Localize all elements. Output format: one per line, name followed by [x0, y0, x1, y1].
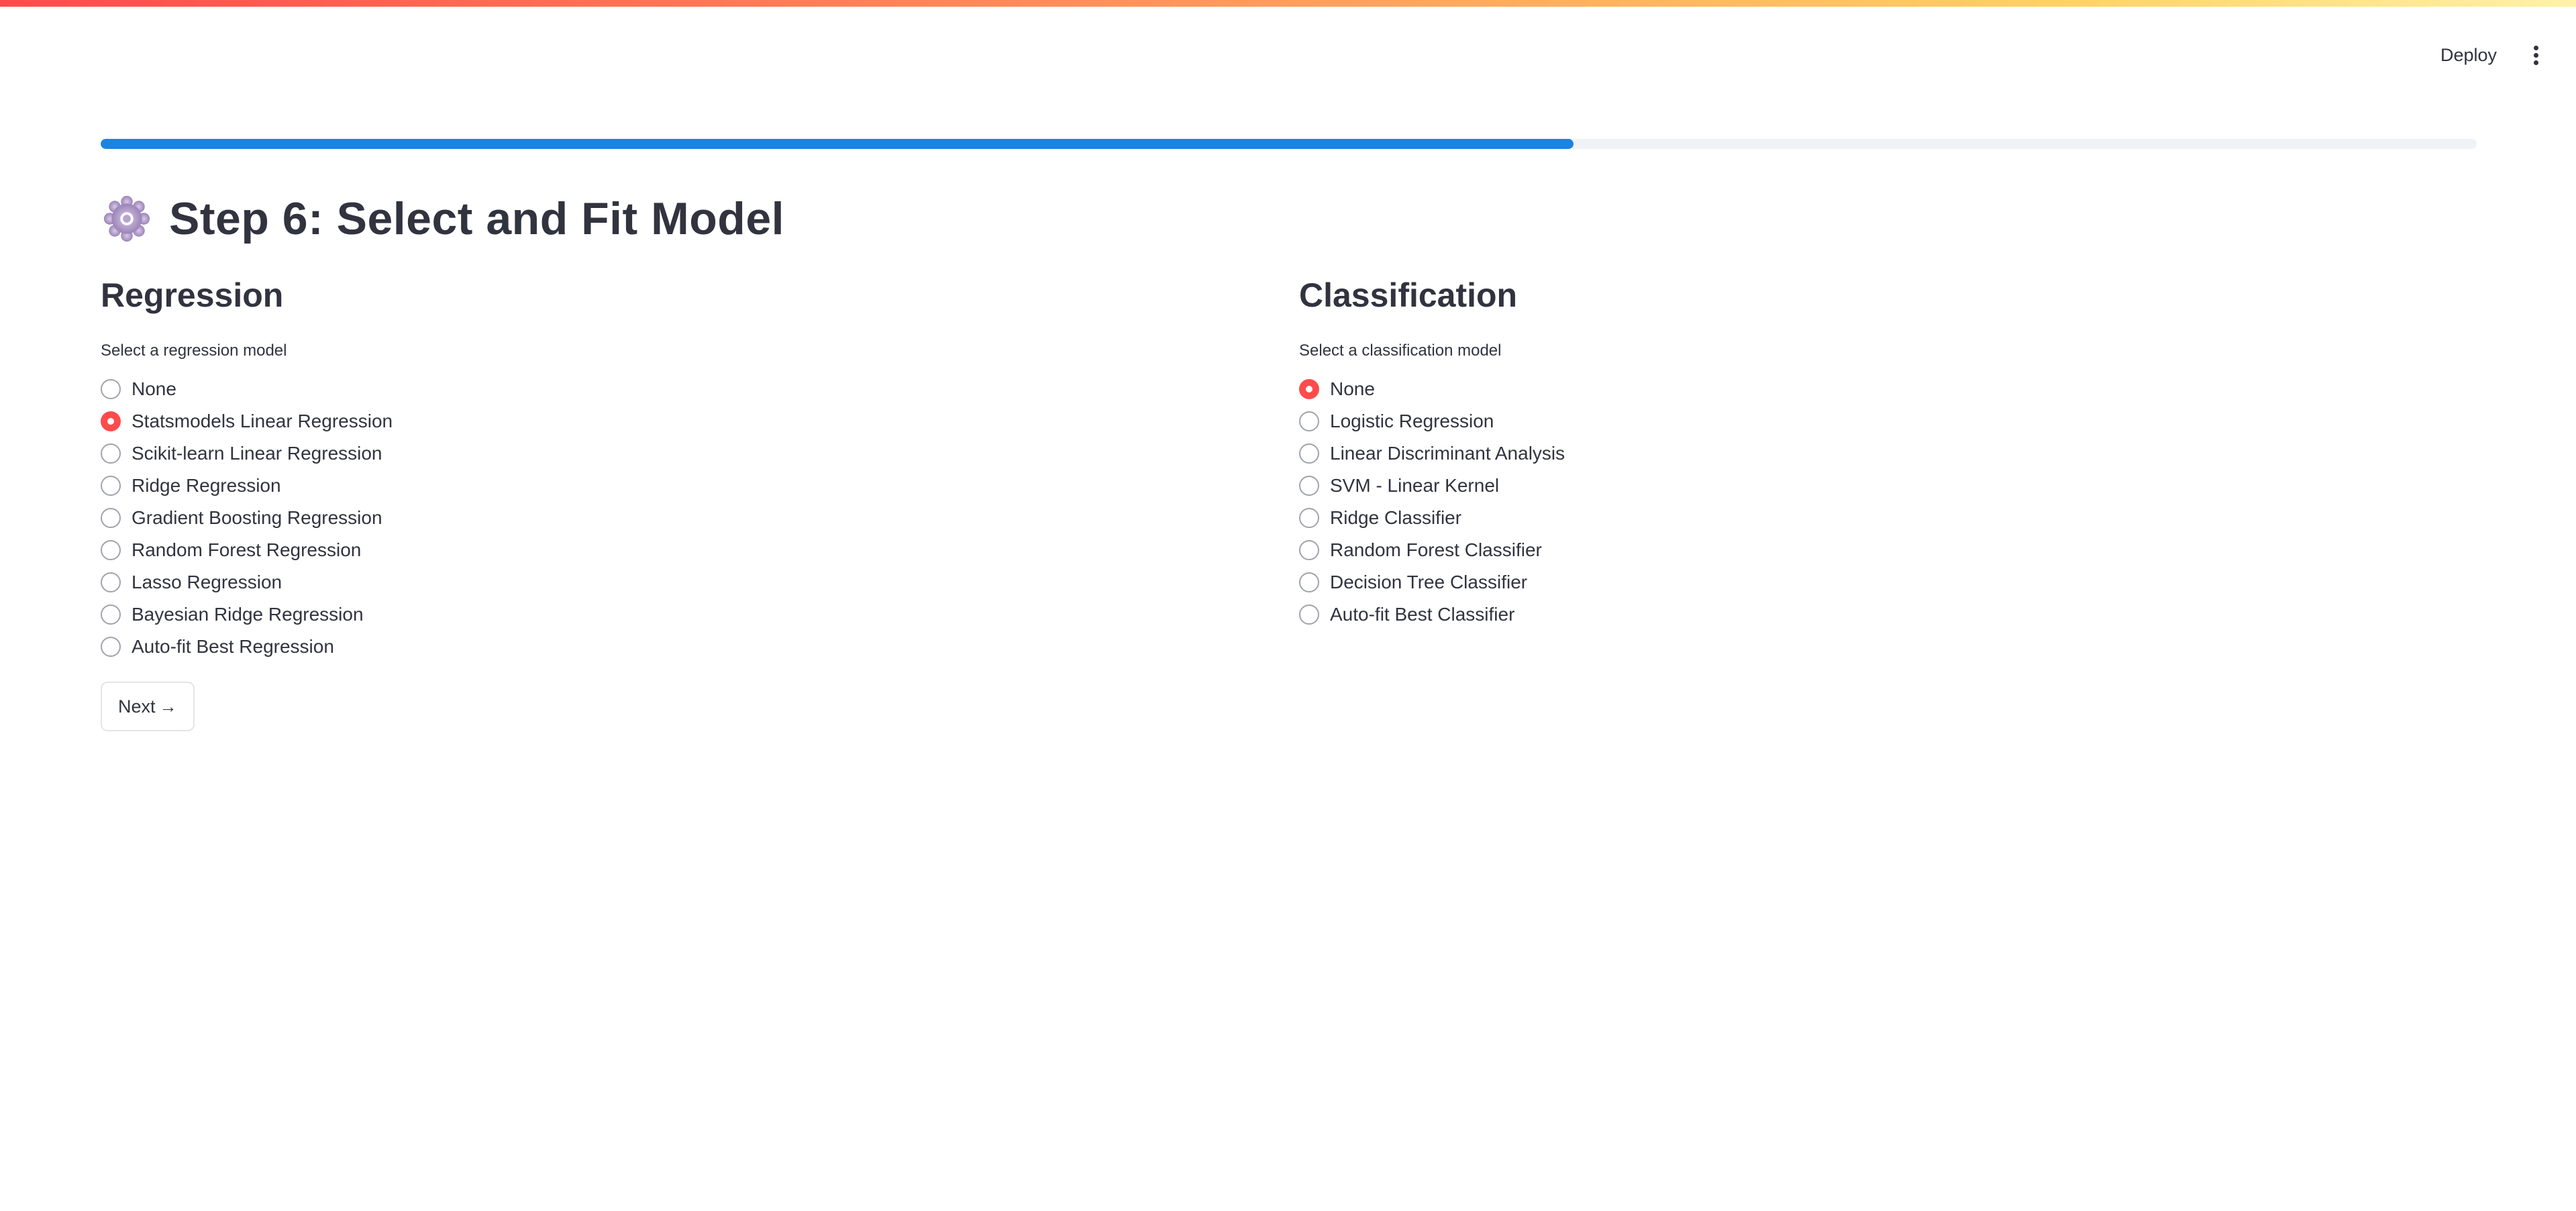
radio-option-label: Ridge Regression [132, 475, 281, 496]
radio-selected-icon[interactable] [1299, 379, 1319, 399]
regression-option[interactable]: Gradient Boosting Regression [101, 502, 1241, 534]
regression-radio-caption: Select a regression model [101, 341, 287, 360]
radio-option-label: Auto-fit Best Regression [132, 636, 334, 657]
top-decoration-bar [0, 0, 2576, 7]
radio-option-label: Logistic Regression [1330, 411, 1494, 431]
radio-option-label: Auto-fit Best Classifier [1330, 604, 1515, 625]
classification-option[interactable]: Auto-fit Best Classifier [1299, 598, 2440, 631]
arrow-right-icon: → [159, 696, 177, 717]
next-button-label: Next [118, 696, 156, 717]
regression-option[interactable]: Random Forest Regression [101, 534, 1241, 566]
page-title: Step 6: Select and Fit Model [169, 193, 785, 244]
gear-icon [103, 195, 150, 242]
radio-option-label: None [1330, 378, 1375, 399]
radio-option-label: Gradient Boosting Regression [132, 507, 382, 528]
more-vertical-icon[interactable] [2528, 42, 2544, 68]
classification-radio-group: None Logistic Regression Linear Discrimina… [1299, 373, 2440, 631]
classification-option[interactable]: Logistic Regression [1299, 405, 2440, 437]
radio-unselected-icon[interactable] [101, 604, 121, 625]
radio-unselected-icon[interactable] [101, 443, 121, 464]
app-page: Deploy Step 6: Select and Fit Model Regr… [0, 0, 2576, 1211]
app-header: Deploy [2432, 35, 2576, 75]
radio-unselected-icon[interactable] [101, 637, 121, 657]
regression-option[interactable]: Scikit-learn Linear Regression [101, 437, 1241, 470]
radio-option-label: Bayesian Ridge Regression [132, 604, 364, 625]
deploy-button[interactable]: Deploy [2432, 41, 2505, 70]
regression-option[interactable]: Ridge Regression [101, 470, 1241, 502]
radio-selected-icon[interactable] [101, 411, 121, 431]
title-row: Step 6: Select and Fit Model [101, 185, 784, 252]
progress-bar [101, 139, 2477, 149]
regression-option[interactable]: Bayesian Ridge Regression [101, 598, 1241, 631]
radio-option-label: Scikit-learn Linear Regression [132, 443, 382, 464]
radio-option-label: None [132, 378, 176, 399]
classification-option[interactable]: SVM - Linear Kernel [1299, 470, 2440, 502]
radio-unselected-icon[interactable] [101, 379, 121, 399]
radio-unselected-icon[interactable] [1299, 476, 1319, 496]
radio-unselected-icon[interactable] [1299, 540, 1319, 560]
radio-unselected-icon[interactable] [101, 476, 121, 496]
radio-option-label: Random Forest Classifier [1330, 539, 1542, 560]
regression-option[interactable]: Auto-fit Best Regression [101, 631, 1241, 663]
classification-option[interactable]: None [1299, 373, 2440, 405]
classification-option[interactable]: Random Forest Classifier [1299, 534, 2440, 566]
classification-option[interactable]: Linear Discriminant Analysis [1299, 437, 2440, 470]
radio-option-label: Linear Discriminant Analysis [1330, 443, 1565, 464]
regression-option[interactable]: Lasso Regression [101, 566, 1241, 598]
radio-option-label: Lasso Regression [132, 572, 282, 592]
regression-option[interactable]: Statsmodels Linear Regression [101, 405, 1241, 437]
radio-option-label: Ridge Classifier [1330, 507, 1462, 528]
radio-unselected-icon[interactable] [1299, 411, 1319, 431]
classification-radio-caption: Select a classification model [1299, 341, 1502, 360]
classification-option[interactable]: Ridge Classifier [1299, 502, 2440, 534]
classification-option[interactable]: Decision Tree Classifier [1299, 566, 2440, 598]
radio-unselected-icon[interactable] [1299, 443, 1319, 464]
radio-option-label: SVM - Linear Kernel [1330, 475, 1500, 496]
radio-unselected-icon[interactable] [1299, 508, 1319, 528]
radio-unselected-icon[interactable] [101, 572, 121, 592]
radio-option-label: Decision Tree Classifier [1330, 572, 1528, 592]
radio-option-label: Statsmodels Linear Regression [132, 411, 393, 431]
classification-heading: Classification [1299, 276, 1518, 314]
radio-unselected-icon[interactable] [101, 540, 121, 560]
radio-unselected-icon[interactable] [101, 508, 121, 528]
regression-heading: Regression [101, 276, 284, 314]
next-button[interactable]: Next → [101, 682, 195, 731]
radio-unselected-icon[interactable] [1299, 572, 1319, 592]
regression-radio-group: None Statsmodels Linear Regression Scikit-… [101, 373, 1241, 663]
progress-bar-fill [101, 139, 1574, 149]
radio-option-label: Random Forest Regression [132, 539, 362, 560]
radio-unselected-icon[interactable] [1299, 604, 1319, 625]
regression-option[interactable]: None [101, 373, 1241, 405]
classification-section: Classification Select a classification m… [1299, 268, 2440, 631]
regression-section: Regression Select a regression model Non… [101, 268, 1241, 731]
